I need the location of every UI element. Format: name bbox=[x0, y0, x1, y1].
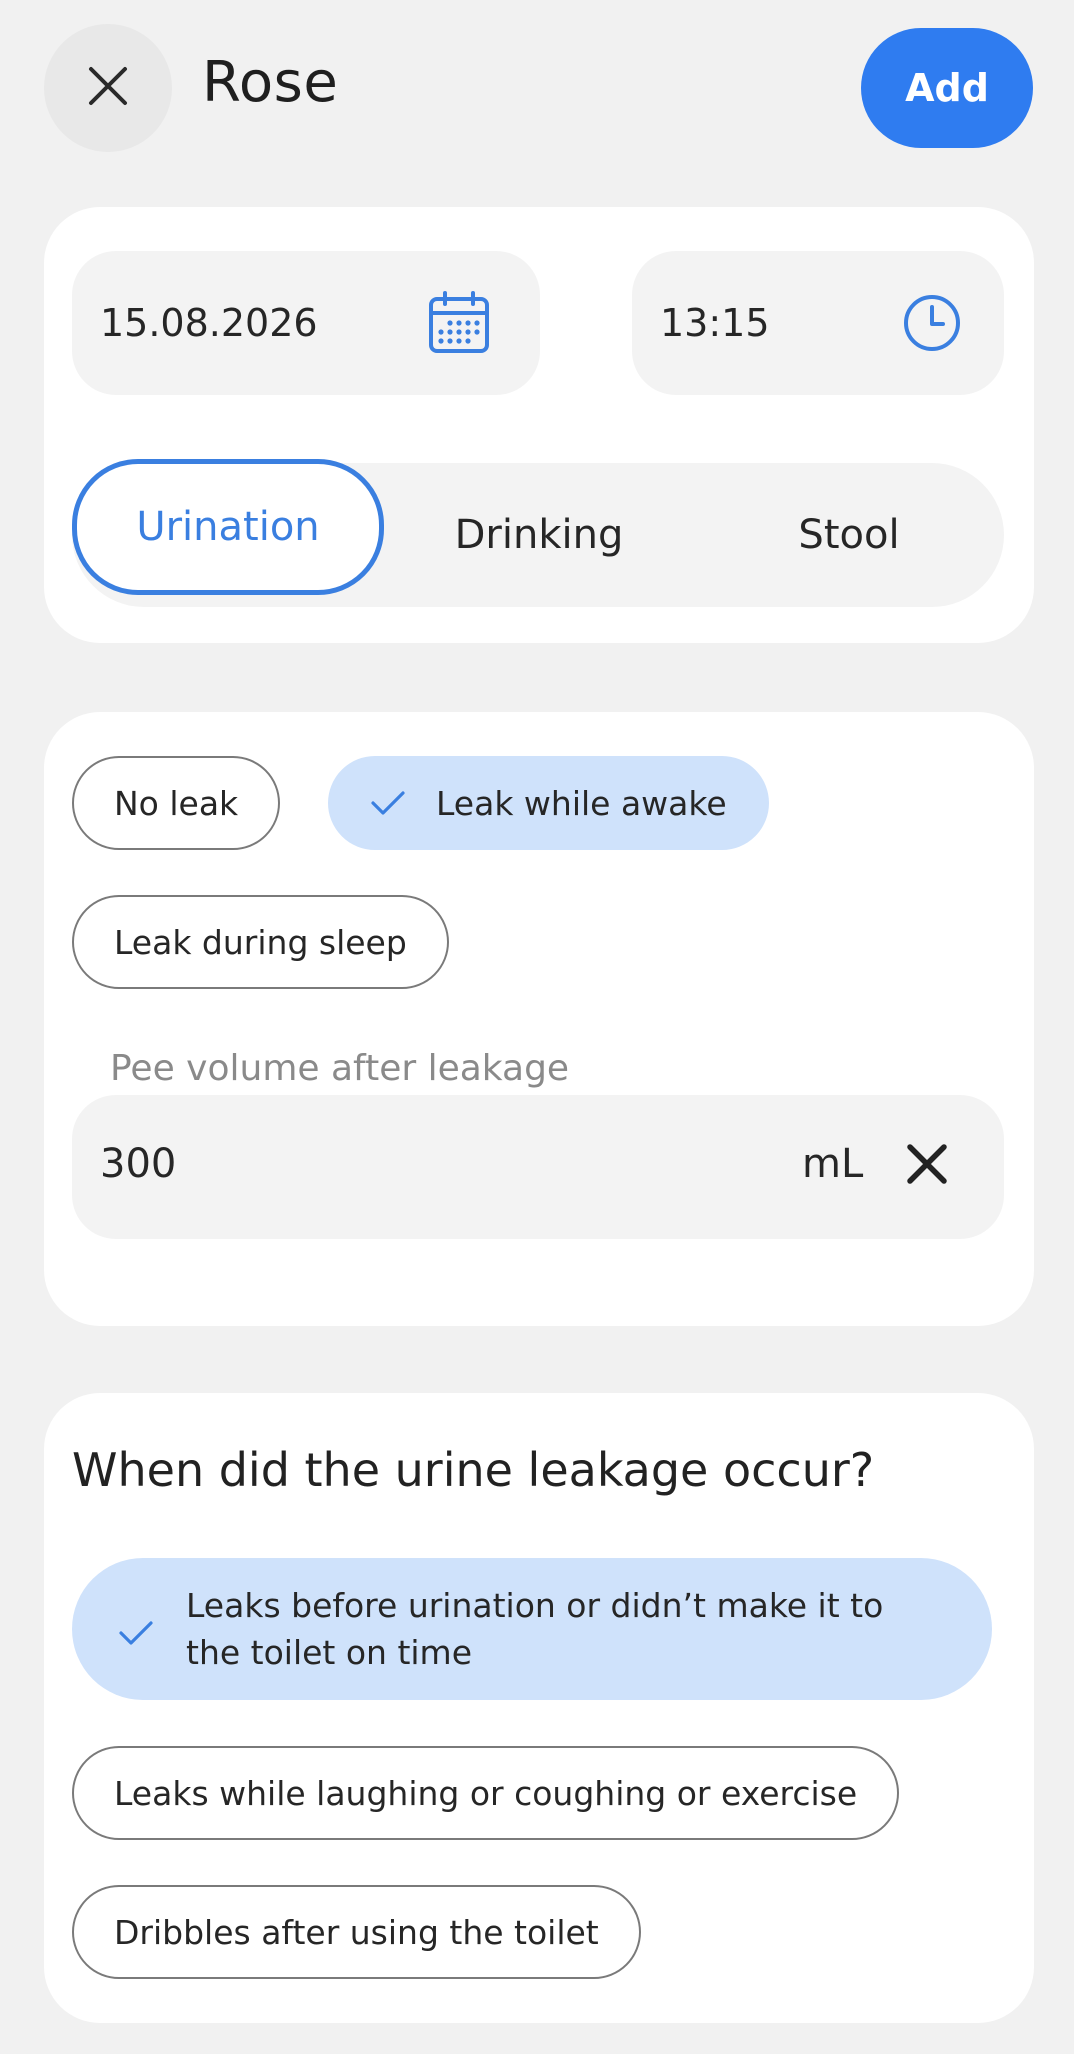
time-value: 13:15 bbox=[660, 301, 770, 345]
chip-label: Leak while awake bbox=[436, 783, 727, 823]
option-label: Leaks while laughing or coughing or exer… bbox=[114, 1773, 858, 1813]
option-label: Leaks before urination or didn’t make it… bbox=[186, 1586, 884, 1672]
chip-label: Leak during sleep bbox=[114, 922, 407, 962]
tab-drinking[interactable]: Drinking bbox=[384, 463, 694, 607]
option-label: Dribbles after using the toilet bbox=[114, 1912, 599, 1952]
date-value: 15.08.2026 bbox=[100, 301, 318, 345]
option-dribbles[interactable]: Dribbles after using the toilet bbox=[72, 1885, 641, 1979]
close-icon bbox=[88, 66, 128, 110]
page-title: Rose bbox=[202, 50, 339, 115]
tab-urination[interactable]: Urination bbox=[72, 459, 384, 595]
chip-no-leak[interactable]: No leak bbox=[72, 756, 281, 850]
occurrence-question: When did the urine leakage occur? bbox=[72, 1443, 875, 1497]
volume-unit: mL bbox=[802, 1141, 864, 1187]
type-tabs: Urination Drinking Stool bbox=[72, 459, 1004, 607]
clear-icon[interactable] bbox=[906, 1143, 948, 1195]
chip-label: No leak bbox=[114, 783, 239, 823]
option-before-urination[interactable]: Leaks before urination or didn’t make it… bbox=[72, 1558, 992, 1700]
tab-stool[interactable]: Stool bbox=[694, 463, 1004, 607]
close-button[interactable] bbox=[44, 24, 172, 152]
add-button[interactable]: Add bbox=[861, 28, 1033, 148]
volume-input[interactable]: 300 mL bbox=[72, 1095, 1004, 1239]
check-icon bbox=[370, 789, 406, 817]
volume-label: Pee volume after leakage bbox=[110, 1048, 570, 1089]
date-field[interactable]: 15.08.2026 bbox=[72, 251, 540, 395]
leak-card: No leak Leak while awake Leak during sle… bbox=[44, 712, 1034, 1326]
check-icon bbox=[118, 1612, 154, 1659]
clock-icon[interactable] bbox=[902, 293, 962, 362]
chip-leak-while-awake[interactable]: Leak while awake bbox=[328, 756, 769, 850]
occurrence-card: When did the urine leakage occur? Leaks … bbox=[44, 1393, 1034, 2023]
chip-leak-during-sleep[interactable]: Leak during sleep bbox=[72, 895, 449, 989]
entry-card: 15.08.2026 13:15 Urination Drinking Stoo… bbox=[44, 207, 1034, 643]
option-laughing-coughing[interactable]: Leaks while laughing or coughing or exer… bbox=[72, 1746, 900, 1840]
calendar-icon[interactable] bbox=[428, 291, 490, 364]
header: Rose Add bbox=[0, 0, 1074, 180]
volume-value: 300 bbox=[100, 1141, 177, 1187]
time-field[interactable]: 13:15 bbox=[632, 251, 1004, 395]
